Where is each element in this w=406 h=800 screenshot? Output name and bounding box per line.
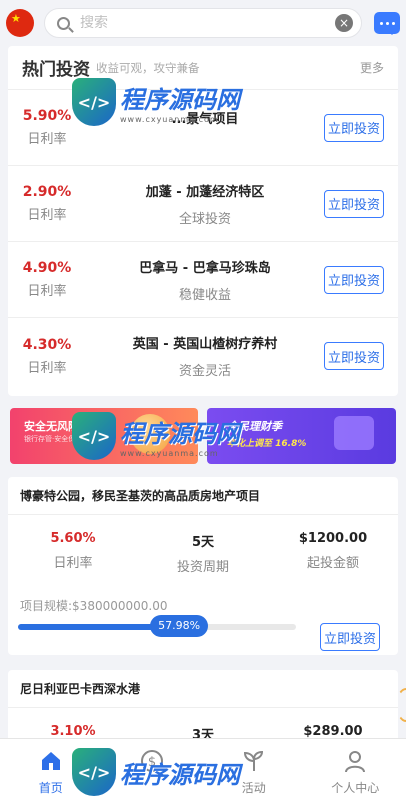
invest-now-button[interactable]: 立即投资	[324, 189, 384, 218]
promo-banner-safe[interactable]: 安全无风险 银行存管·安全保障	[10, 408, 198, 464]
daily-rate-label: 日利率	[53, 556, 93, 571]
project-name: 巴拿马 - 巴拿马珍珠岛	[139, 260, 271, 276]
list-item[interactable]: 4.30% 日利率 英国 - 英国山楂树疗养村 资金灵活 立即投资	[8, 318, 398, 394]
hot-investments-panel: 热门投资 收益可观，攻守兼备 更多 5.90% 日利率 ...景气项目 立即投资…	[8, 46, 398, 396]
project-card[interactable]: 博豪特公园，移民圣基茨的高品质房地产项目 5.60% 日利率 5天 投资周期 $…	[8, 477, 398, 655]
message-icon[interactable]	[374, 12, 400, 35]
project-name: 加蓬 - 加蓬经济特区	[145, 184, 265, 200]
daily-rate-value: 4.30%	[22, 336, 72, 353]
progress-bar: 57.98%	[18, 615, 296, 637]
invest-now-button[interactable]: 立即投资	[324, 265, 384, 294]
section-subtitle: 收益可观，攻守兼备	[96, 60, 200, 75]
project-tag: 稳健收益	[178, 287, 231, 303]
china-flag-icon[interactable]: ★	[6, 9, 34, 37]
progress-percent: 57.98%	[150, 615, 209, 637]
daily-rate-label: 日利率	[27, 132, 67, 147]
home-icon	[0, 749, 102, 773]
tab-label: 首页	[38, 781, 63, 795]
search-box[interactable]: ×	[44, 8, 362, 38]
person-icon	[305, 749, 406, 773]
invest-now-button[interactable]: 立即投资	[324, 113, 384, 142]
bottom-tab-bar: 首页 $ 活动 个人中心	[0, 738, 406, 800]
search-input[interactable]	[80, 15, 335, 31]
period-label: 投资周期	[176, 560, 229, 575]
min-amount-value: $1200.00	[298, 531, 368, 546]
invest-now-button[interactable]: 立即投资	[324, 342, 384, 370]
list-item[interactable]: 2.90% 日利率 加蓬 - 加蓬经济特区 全球投资 立即投资	[8, 166, 398, 242]
project-scale: 项目规模:$380000000.00	[20, 599, 168, 613]
list-item[interactable]: 5.90% 日利率 ...景气项目 立即投资	[8, 90, 398, 166]
top-bar: ★ ×	[0, 0, 406, 46]
daily-rate-value: 4.90%	[22, 260, 72, 276]
dollar-circle-icon: $	[102, 749, 204, 773]
search-icon	[57, 16, 70, 30]
sprout-icon	[203, 749, 305, 773]
tab-finance[interactable]: $	[102, 739, 204, 800]
project-name: 英国 - 英国山楂树疗养村	[132, 337, 278, 352]
hot-investments-header: 热门投资 收益可观，攻守兼备 更多	[8, 46, 398, 90]
tab-label: 个人中心	[331, 781, 380, 795]
invest-now-button[interactable]: 立即投资	[320, 623, 380, 651]
daily-rate-value: 5.60%	[50, 531, 96, 546]
tab-home[interactable]: 首页	[0, 739, 102, 800]
tab-profile[interactable]: 个人中心	[305, 739, 406, 800]
min-amount-value: $289.00	[303, 724, 363, 739]
banner-small-text: 银行存管·安全保障	[24, 435, 83, 443]
banner-subtitle: 年化上调至 16.8%	[227, 439, 307, 449]
project-tag: 全球投资	[178, 211, 231, 227]
min-amount-label: 起投金额	[306, 556, 359, 571]
project-stats: 5.60% 日利率 5天 投资周期 $1200.00 起投金额	[8, 515, 398, 575]
daily-rate-value: 3.10%	[50, 724, 96, 739]
banner-title: 安全无风险	[24, 420, 79, 433]
tab-label: 活动	[241, 781, 266, 795]
list-item[interactable]: 4.90% 日利率 巴拿马 - 巴拿马珍珠岛 稳健收益 立即投资	[8, 242, 398, 318]
svg-text:$: $	[148, 755, 156, 770]
banner-illustration	[334, 416, 374, 450]
more-link[interactable]: 更多	[360, 59, 384, 76]
tab-activity[interactable]: 活动	[203, 739, 305, 800]
daily-rate-label: 日利率	[27, 360, 67, 376]
daily-rate-value: 5.90%	[22, 108, 72, 124]
clear-icon[interactable]: ×	[335, 14, 353, 32]
project-tag: 资金灵活	[178, 364, 231, 379]
project-title: 博豪特公园，移民圣基茨的高品质房地产项目	[8, 477, 398, 515]
project-name: ...景气项目	[171, 111, 239, 127]
coin-icon	[130, 414, 170, 454]
project-title: 尼日利亚巴卡西深水港	[8, 670, 398, 708]
daily-rate-value: 2.90%	[22, 184, 72, 200]
daily-rate-label: 日利率	[27, 208, 67, 223]
period-value: 5天	[191, 535, 215, 550]
section-title: 热门投资	[22, 60, 90, 80]
promo-banner-season[interactable]: 全民理财季 年化上调至 16.8%	[207, 408, 396, 464]
banner-title: 全民理财季	[227, 420, 282, 433]
daily-rate-label: 日利率	[27, 284, 67, 299]
